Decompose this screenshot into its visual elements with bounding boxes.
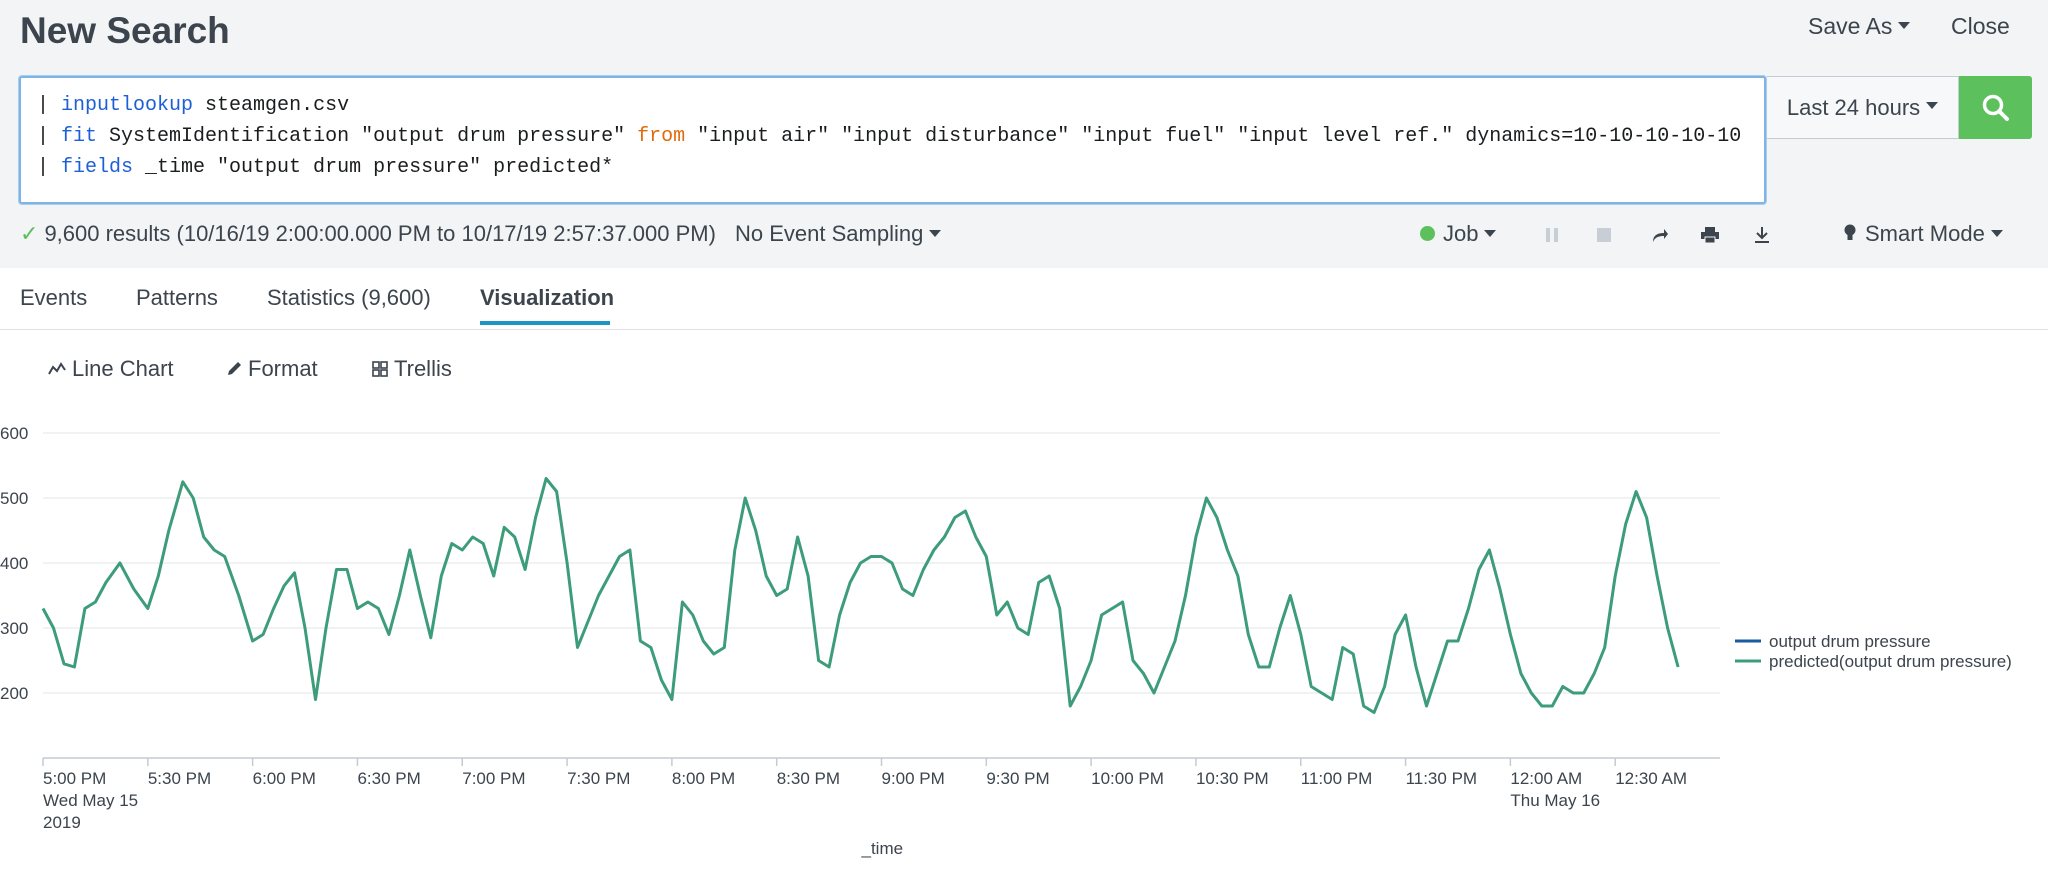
results-count-text: 9,600 results (10/16/19 2:00:00.000 PM t… (44, 221, 716, 246)
x-sub-label: 2019 (43, 813, 81, 832)
download-icon (1755, 227, 1769, 243)
save-as-label: Save As (1808, 13, 1893, 39)
legend-label: predicted(output drum pressure) (1769, 652, 2012, 671)
x-tick-label: 8:00 PM (672, 769, 735, 788)
search-mode-dropdown[interactable]: Smart Mode (1843, 221, 2003, 247)
x-tick-label: 12:00 AM (1510, 769, 1582, 788)
print-button[interactable] (1698, 223, 1722, 247)
search-header-area: New Search Save As Close | inputlookup s… (0, 0, 2048, 268)
chart-type-label: Line Chart (72, 356, 174, 381)
chevron-down-icon (1926, 102, 1939, 109)
x-tick-label: 10:00 PM (1091, 769, 1164, 788)
tab-visualization[interactable]: Visualization (480, 285, 614, 311)
search-icon (1982, 94, 2009, 121)
pencil-icon (228, 362, 241, 375)
x-tick-label: 11:00 PM (1301, 769, 1373, 788)
query-line-1: | inputlookup steamgen.csv (37, 94, 350, 117)
format-button[interactable]: Format (226, 356, 318, 382)
share-icon (1653, 229, 1668, 242)
query-line-2: | fit SystemIdentification "output drum … (37, 125, 1742, 148)
series-line-predicted (41, 477, 1680, 714)
share-button[interactable] (1648, 223, 1672, 247)
check-icon: ✓ (20, 221, 39, 246)
search-mode-label: Smart Mode (1865, 221, 1985, 246)
y-tick-label: 600 (0, 424, 28, 443)
chart-type-button[interactable]: Line Chart (48, 356, 174, 382)
x-sub-label: Thu May 16 (1510, 791, 1600, 810)
x-tick-label: 9:00 PM (882, 769, 945, 788)
results-tabs: Events Patterns Statistics (9,600) Visua… (0, 268, 2048, 330)
job-status-icon (1420, 225, 1435, 241)
x-sub-label: Wed May 15 (43, 791, 138, 810)
y-tick-label: 300 (0, 619, 28, 638)
job-label: Job (1443, 221, 1479, 246)
x-tick-label: 8:30 PM (777, 769, 840, 788)
active-tab-indicator (480, 321, 610, 325)
trellis-button[interactable]: Trellis (372, 356, 452, 382)
grid-icon (372, 361, 388, 377)
x-tick-label: 6:00 PM (253, 769, 316, 788)
search-query-editor[interactable]: | inputlookup steamgen.csv | fit SystemI… (19, 76, 1766, 204)
chevron-down-icon (1898, 22, 1911, 30)
x-tick-label: 5:30 PM (148, 769, 211, 788)
chevron-down-icon (929, 229, 942, 237)
time-range-label: Last 24 hours (1786, 94, 1921, 120)
query-line-3: | fields _time "output drum pressure" pr… (37, 156, 614, 179)
x-axis-title: _time (861, 839, 904, 858)
time-range-picker[interactable]: Last 24 hours (1767, 76, 1959, 139)
format-label: Format (248, 356, 318, 381)
x-tick-label: 7:30 PM (567, 769, 630, 788)
close-button[interactable]: Close (1951, 13, 2010, 40)
x-tick-label: 7:00 PM (462, 769, 525, 788)
event-sampling-label: No Event Sampling (735, 221, 924, 246)
tab-events[interactable]: Events (20, 285, 87, 311)
stop-icon (1597, 228, 1611, 242)
stop-button[interactable] (1592, 223, 1616, 247)
search-button[interactable] (1959, 76, 2032, 139)
pause-icon (1546, 228, 1558, 242)
x-tick-label: 9:30 PM (986, 769, 1049, 788)
y-tick-label: 500 (0, 489, 28, 508)
job-menu[interactable]: Job (1420, 221, 1497, 247)
x-tick-label: 11:30 PM (1406, 769, 1478, 788)
event-sampling-dropdown[interactable]: No Event Sampling (735, 221, 942, 247)
pause-button[interactable] (1540, 223, 1564, 247)
lightbulb-icon (1844, 224, 1856, 241)
print-icon (1701, 227, 1719, 243)
y-tick-label: 200 (0, 684, 28, 703)
legend-label: output drum pressure (1769, 632, 1931, 651)
y-tick-label: 400 (0, 554, 28, 573)
line-chart: 200 300 400 500 600 5:00 PM 5:30 PM 6:00 PM 6:30… (0, 424, 2012, 858)
save-as-button[interactable]: Save As (1808, 13, 1911, 40)
export-button[interactable] (1750, 223, 1774, 247)
tab-patterns[interactable]: Patterns (136, 285, 218, 311)
trellis-label: Trellis (394, 356, 452, 381)
chevron-down-icon (1990, 229, 2003, 237)
results-summary: ✓ 9,600 results (10/16/19 2:00:00.000 PM … (20, 221, 716, 247)
x-tick-label: 10:30 PM (1196, 769, 1269, 788)
x-tick-label: 6:30 PM (357, 769, 420, 788)
x-tick-label: 12:30 AM (1615, 769, 1687, 788)
chevron-down-icon (1484, 229, 1497, 237)
x-tick-label: 5:00 PM (43, 769, 106, 788)
line-chart-icon (48, 362, 66, 375)
page-title: New Search (20, 10, 230, 51)
tab-statistics[interactable]: Statistics (9,600) (267, 285, 431, 311)
